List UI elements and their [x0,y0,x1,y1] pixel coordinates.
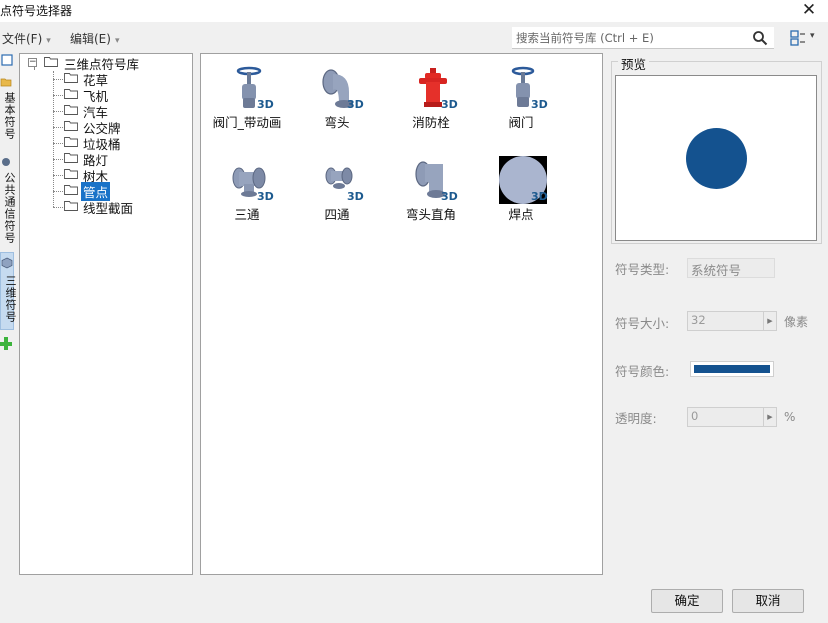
symbol-item[interactable]: 3D 阀门 [475,60,567,142]
view-mode-button[interactable]: ▾ [788,28,822,48]
symbol-item[interactable]: 3D 四通 [291,152,383,234]
3d-badge: 3D [257,190,274,203]
preview-caption: 预览 [618,54,650,73]
stepper-arrow-icon[interactable]: ▶ [763,408,776,426]
symbol-item[interactable]: 3D 弯头直角 [385,152,477,234]
tab-public-comm-symbols[interactable]: 公共通信符号 [0,152,16,252]
tree-item[interactable]: 飞机 [20,86,190,104]
search-input[interactable] [516,29,746,47]
folder-icon [64,121,78,131]
window-title: 点符号选择器 [0,4,73,18]
cube-icon [1,257,13,269]
title-bar: 点符号选择器 ✕ [0,0,828,22]
symbol-category-tabs: 基本符号 公共通信符号 三维符号 [0,52,17,572]
3d-badge: 3D [531,190,548,203]
symbol-label: 阀门_带动画 [212,115,282,130]
3d-badge: 3D [531,98,548,111]
color-swatch-fill [694,365,770,373]
opacity-value: 0 [691,409,699,423]
tab-basic-symbols-label: 基本符号 [3,92,16,140]
folder-icon [64,105,78,115]
symbol-item[interactable]: 3D 弯头 [291,60,383,142]
add-icon[interactable] [0,336,12,350]
preview-canvas [615,75,817,241]
cancel-button[interactable]: 取消 [732,589,804,613]
3d-badge: 3D [347,190,364,203]
symbol-label: 阀门 [508,115,534,130]
symbol-label: 四通 [324,207,350,222]
close-button[interactable]: ✕ [798,0,820,20]
3d-badge: 3D [257,98,274,111]
symbol-label: 弯头 [324,115,350,130]
symbol-label: 三通 [234,207,260,222]
view-mode-icon [790,30,805,46]
menu-edit-label: 编辑(E) [70,32,111,46]
folder-icon [44,57,58,67]
tree-item[interactable]: 路灯 [20,150,190,168]
tab-3d-symbols-label: 三维符号 [4,275,17,323]
tree-item[interactable]: 花草 [20,70,190,88]
tree-item[interactable]: 垃圾桶 [20,134,190,152]
folder-icon [64,201,78,211]
folder-icon [64,73,78,83]
chevron-down-icon: ▾ [114,36,120,46]
tree-item[interactable]: 公交牌 [20,118,190,136]
symbol-type-label: 符号类型: [615,262,670,277]
3d-badge: 3D [347,98,364,111]
symbol-item[interactable]: 3D 阀门_带动画 [201,60,293,142]
symbol-item[interactable]: 3D 焊点 [475,152,567,234]
opacity-label: 透明度: [615,411,657,426]
chevron-down-icon: ▾ [46,36,51,46]
symbol-grid: 3D 阀门_带动画 3D 弯头 3D 消防栓 3D 阀门 3D 三通 3D 四通… [200,53,603,575]
folder-icon [64,169,78,179]
folder-icon [64,185,78,195]
symbol-color-picker[interactable] [690,361,774,377]
symbol-item[interactable]: 3D 三通 [201,152,293,234]
tree-item[interactable]: 管点 [20,182,190,201]
network-icon [2,158,10,166]
symbol-size-value: 32 [691,313,706,327]
search-icon[interactable] [752,30,768,46]
tree-root-node[interactable]: − 三维点符号库 [20,54,190,72]
symbol-item[interactable]: 3D 消防栓 [385,60,477,142]
tree-item-label: 线型截面 [83,201,134,216]
tab-public-comm-symbols-label: 公共通信符号 [3,172,16,244]
symbol-label: 消防栓 [412,115,450,130]
symbol-label: 焊点 [508,207,534,222]
tab-3d-symbols[interactable]: 三维符号 [0,252,17,330]
3d-badge: 3D [441,98,458,111]
new-library-icon[interactable] [1,54,13,66]
symbol-size-label: 符号大小: [615,316,670,331]
folder-icon [64,153,78,163]
symbol-type-value: 系统符号 [687,258,775,278]
symbol-label: 弯头直角 [405,207,456,222]
symbol-library-tree: − 三维点符号库 花草 飞机 汽车 公交牌 垃圾桶 路灯 树木 管点 线型截面 [19,53,193,575]
tree-item[interactable]: 线型截面 [20,198,190,216]
folder-icon [64,89,78,99]
folder-icon [0,78,12,87]
menu-file-label: 文件(F) [2,32,43,46]
menu-edit[interactable]: 编辑(E) ▾ [70,30,119,47]
opacity-unit: % [784,410,796,424]
stepper-arrow-icon[interactable]: ▶ [763,312,776,330]
symbol-color-label: 符号颜色: [615,364,670,379]
ok-button[interactable]: 确定 [651,589,723,613]
folder-icon [64,137,78,147]
tab-basic-symbols[interactable]: 基本符号 [0,72,16,154]
menu-file[interactable]: 文件(F) ▾ [2,30,51,47]
chevron-down-icon: ▾ [810,31,815,41]
opacity-stepper[interactable]: 0 ▶ [687,407,777,427]
3d-badge: 3D [441,190,458,203]
tree-item[interactable]: 树木 [20,166,190,184]
size-unit: 像素 [784,315,809,329]
symbol-size-stepper[interactable]: 32 ▶ [687,311,777,331]
search-box [512,27,774,49]
collapse-icon[interactable]: − [28,58,37,67]
preview-symbol [686,128,747,189]
tree-item[interactable]: 汽车 [20,102,190,120]
